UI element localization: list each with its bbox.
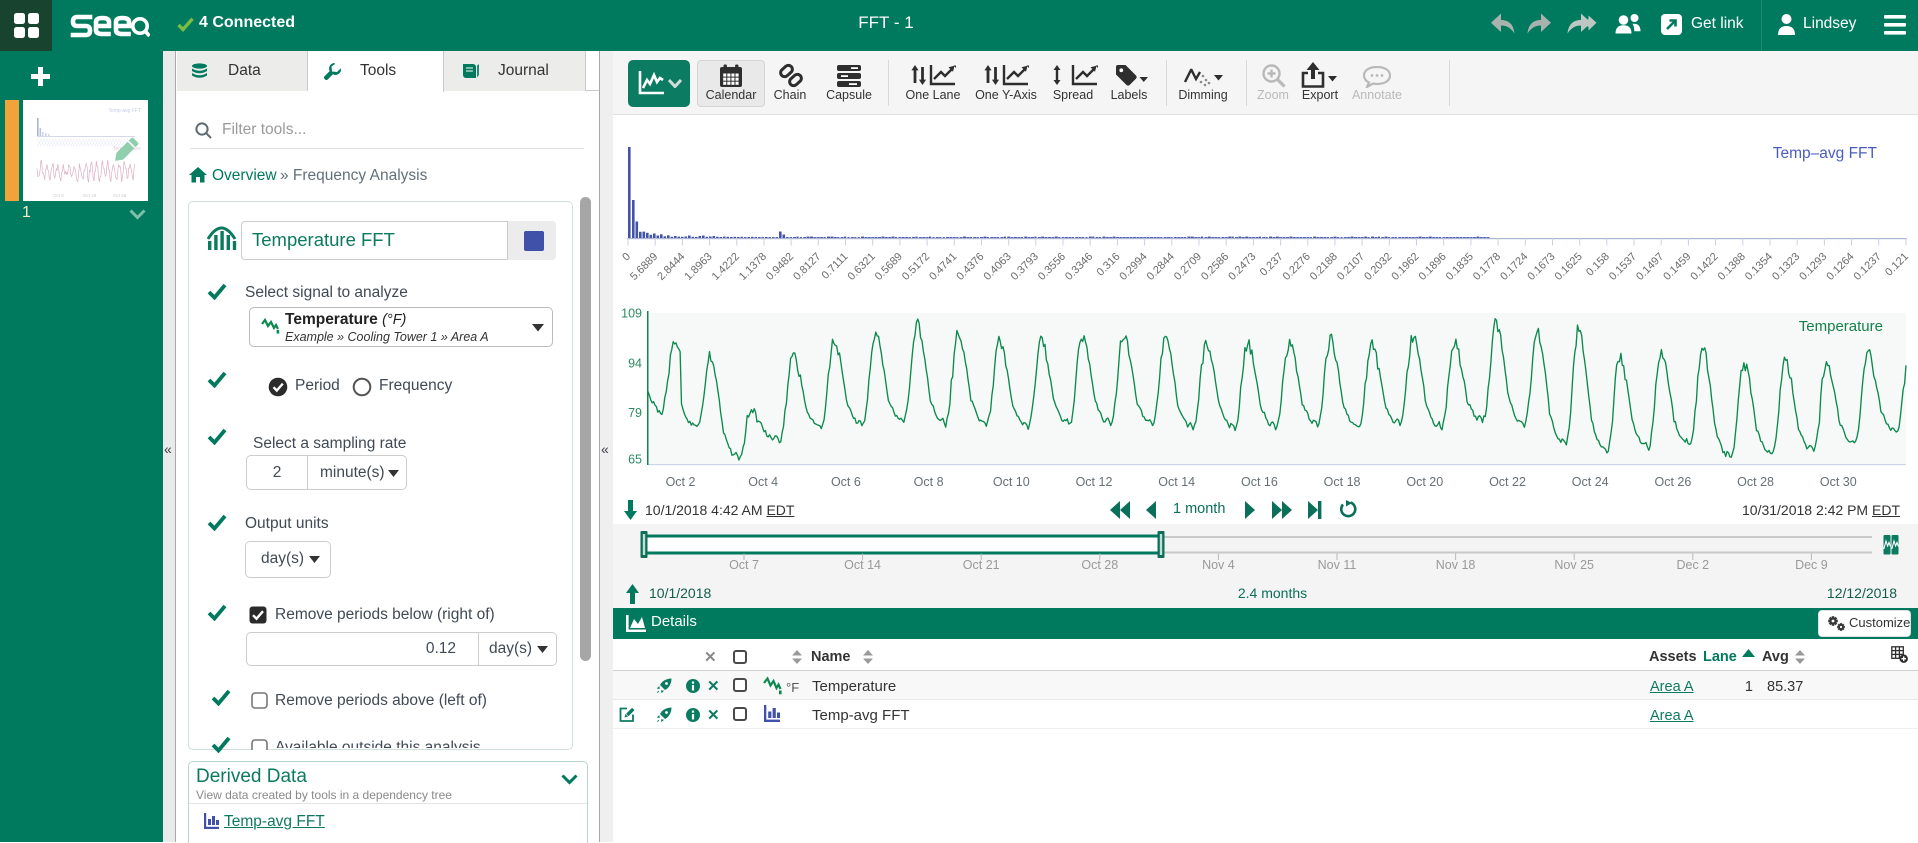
svg-text:Nov 11: Nov 11 (1318, 558, 1357, 572)
svg-text:Oct 7: Oct 7 (729, 558, 759, 572)
svg-text:Nov 25: Nov 25 (1554, 558, 1594, 572)
svg-text:Oct 21: Oct 21 (963, 558, 1000, 572)
svg-text:Dec 2: Dec 2 (1676, 558, 1709, 572)
svg-text:Dec 9: Dec 9 (1795, 558, 1828, 572)
svg-text:Oct 14: Oct 14 (844, 558, 881, 572)
svg-text:Nov 18: Nov 18 (1436, 558, 1476, 572)
svg-text:Oct 28: Oct 28 (1081, 558, 1118, 572)
svg-text:Nov 4: Nov 4 (1202, 558, 1235, 572)
